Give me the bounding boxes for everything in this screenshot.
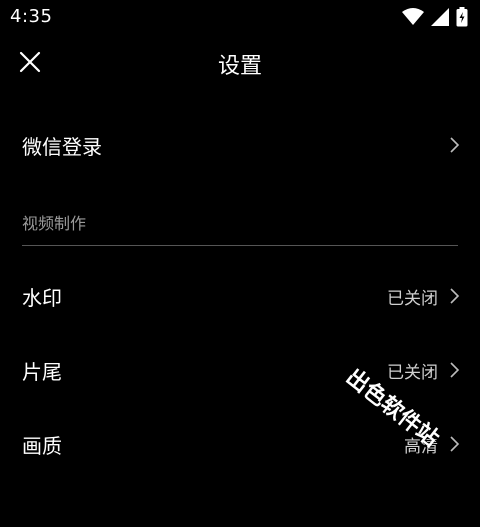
signal-icon bbox=[431, 8, 449, 26]
status-icons bbox=[402, 6, 468, 28]
chevron-right-icon bbox=[450, 288, 460, 304]
chevron-right-icon bbox=[450, 436, 460, 452]
wechat-login-label: 微信登录 bbox=[22, 135, 102, 159]
chevron-right-icon bbox=[450, 362, 460, 378]
watermark-setting-label: 水印 bbox=[22, 286, 62, 310]
status-time: 4:35 bbox=[10, 6, 53, 27]
status-bar: 4:35 bbox=[0, 0, 480, 34]
wechat-login-row[interactable]: 微信登录 bbox=[0, 117, 480, 173]
page-title: 设置 bbox=[217, 54, 262, 79]
quality-setting-label: 画质 bbox=[22, 434, 62, 458]
divider bbox=[22, 245, 458, 246]
watermark-setting-value: 已关闭 bbox=[387, 289, 438, 309]
ending-setting-row[interactable]: 片尾 已关闭 bbox=[0, 342, 480, 398]
chevron-right-icon bbox=[450, 137, 460, 153]
ending-setting-label: 片尾 bbox=[22, 360, 62, 384]
title-bar: 设置 bbox=[0, 34, 480, 90]
wifi-icon bbox=[402, 8, 424, 25]
section-video-production: 视频制作 bbox=[22, 214, 87, 233]
ending-setting-value: 已关闭 bbox=[387, 363, 438, 383]
battery-icon bbox=[456, 7, 468, 27]
watermark-setting-row[interactable]: 水印 已关闭 bbox=[0, 268, 480, 324]
